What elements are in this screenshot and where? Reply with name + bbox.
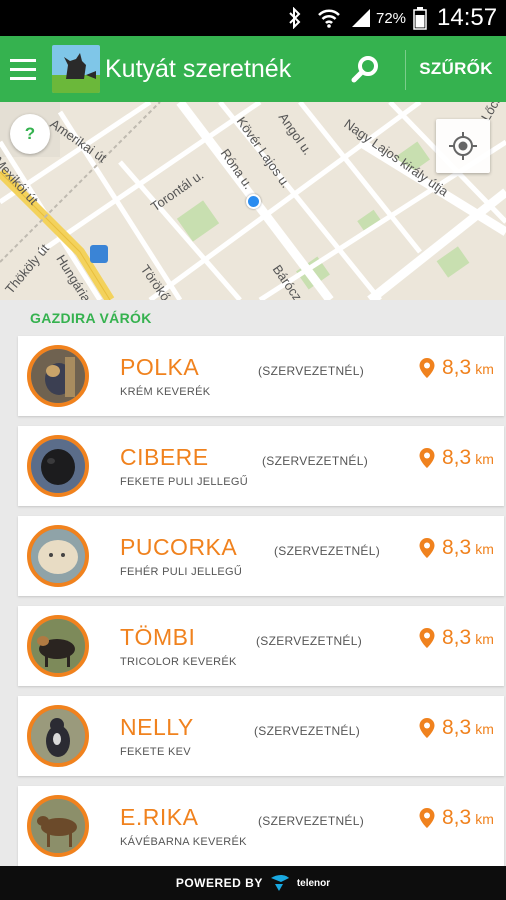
location-pin-icon [419, 448, 435, 468]
current-location-dot [246, 194, 261, 209]
dog-status: (SZERVEZETNÉL) [274, 544, 380, 558]
distance-unit: km [475, 631, 494, 647]
dog-card[interactable]: CIBERE FEKETE PULI JELLEGŰ (SZERVEZETNÉL… [18, 426, 504, 506]
dog-photo [27, 435, 89, 497]
search-icon[interactable] [348, 53, 382, 87]
distance-unit: km [475, 451, 494, 467]
dog-status: (SZERVEZETNÉL) [258, 364, 364, 378]
dog-name: NELLY [120, 714, 194, 740]
signal-icon [350, 0, 372, 36]
app-logo [52, 45, 100, 93]
filter-button[interactable]: SZŰRŐK [406, 36, 506, 102]
help-button[interactable]: ? [10, 114, 50, 154]
dog-photo [27, 705, 89, 767]
dog-breed: FEKETE KEV [120, 746, 191, 758]
my-location-button[interactable] [436, 119, 490, 173]
dog-name: E.RIKA [120, 804, 199, 830]
distance-value: 8,3 [442, 446, 472, 469]
bus-stop-icon [90, 245, 108, 263]
distance-value: 8,3 [442, 806, 472, 829]
dog-name: PUCORKA [120, 534, 238, 560]
location-pin-icon [419, 628, 435, 648]
dog-status: (SZERVEZETNÉL) [258, 814, 364, 828]
status-bar: 72% 14:57 [0, 0, 506, 36]
dog-status: (SZERVEZETNÉL) [262, 454, 368, 468]
location-pin-icon [419, 808, 435, 828]
distance-unit: km [475, 541, 494, 557]
distance-unit: km [475, 361, 494, 377]
menu-button[interactable] [10, 54, 40, 84]
dog-status: (SZERVEZETNÉL) [256, 634, 362, 648]
dog-card[interactable]: TÖMBI TRICOLOR KEVERÉK (SZERVEZETNÉL) 8,… [18, 606, 504, 686]
distance-unit: km [475, 721, 494, 737]
dog-photo [27, 795, 89, 857]
dog-card[interactable]: E.RIKA KÁVÉBARNA KEVERÉK (SZERVEZETNÉL) … [18, 786, 504, 866]
dog-breed: FEHÉR PULI JELLEGŰ [120, 566, 243, 578]
app-bar: Kutyát szeretnék SZŰRŐK [0, 36, 506, 102]
distance-value: 8,3 [442, 626, 472, 649]
crosshair-icon [449, 132, 477, 160]
dog-breed: KÁVÉBARNA KEVERÉK [120, 836, 247, 848]
distance-value: 8,3 [442, 536, 472, 559]
distance-unit: km [475, 811, 494, 827]
dog-distance: 8,3 km [418, 716, 494, 740]
dog-name: CIBERE [120, 444, 209, 470]
telenor-brand: telenor [296, 877, 331, 889]
battery-icon [413, 0, 427, 36]
dog-breed: KRÉM KEVERÉK [120, 386, 211, 398]
dog-card[interactable]: POLKA KRÉM KEVERÉK (SZERVEZETNÉL) 8,3 km [18, 336, 504, 416]
bluetooth-icon [287, 0, 303, 36]
dog-photo [27, 525, 89, 587]
dog-distance: 8,3 km [418, 446, 494, 470]
dog-breed: TRICOLOR KEVERÉK [120, 656, 237, 668]
dog-distance: 8,3 km [418, 356, 494, 380]
dog-distance: 8,3 km [418, 536, 494, 560]
location-pin-icon [419, 718, 435, 738]
dog-distance: 8,3 km [418, 806, 494, 830]
wifi-icon [317, 0, 341, 36]
battery-percent: 72% [376, 9, 407, 27]
dog-distance: 8,3 km [418, 626, 494, 650]
distance-value: 8,3 [442, 356, 472, 379]
dog-photo [27, 345, 89, 407]
dog-name: TÖMBI [120, 624, 196, 650]
location-pin-icon [419, 538, 435, 558]
dog-status: (SZERVEZETNÉL) [254, 724, 360, 738]
dog-photo [27, 615, 89, 677]
dog-breed: FEKETE PULI JELLEGŰ [120, 476, 248, 488]
dog-name: POLKA [120, 354, 200, 380]
footer-banner: POWERED BY telenor [0, 866, 506, 900]
telenor-logo-icon [270, 875, 289, 891]
dog-card[interactable]: PUCORKA FEHÉR PULI JELLEGŰ (SZERVEZETNÉL… [18, 516, 504, 596]
clock: 14:57 [437, 4, 498, 31]
dog-card[interactable]: NELLY FEKETE KEV (SZERVEZETNÉL) 8,3 km [18, 696, 504, 776]
app-title: Kutyát szeretnék [105, 55, 292, 83]
distance-value: 8,3 [442, 716, 472, 739]
section-title: GAZDIRA VÁRÓK [30, 310, 152, 326]
location-pin-icon [419, 358, 435, 378]
powered-by-label: POWERED BY [175, 876, 263, 890]
